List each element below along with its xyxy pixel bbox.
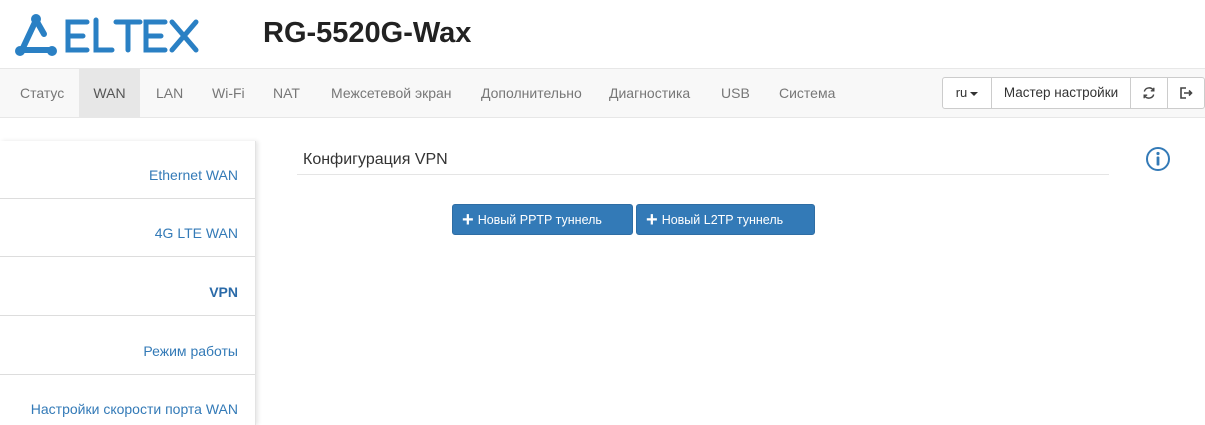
sidebar-item-mode[interactable]: Режим работы	[0, 317, 255, 375]
top-navbar: Статус WAN LAN Wi-Fi NAT Межсетевой экра…	[0, 68, 1205, 118]
nav-usb[interactable]: USB	[710, 69, 761, 117]
eltex-logo	[15, 14, 199, 56]
plus-icon: +	[646, 208, 658, 231]
refresh-icon	[1143, 87, 1155, 99]
language-dropdown[interactable]: ru	[942, 77, 992, 109]
nav-nat[interactable]: NAT	[262, 69, 311, 117]
title-divider	[297, 174, 1109, 175]
language-value: ru	[955, 85, 968, 100]
nav-wan[interactable]: WAN	[79, 69, 140, 117]
nav-firewall[interactable]: Межсетевой экран	[320, 69, 463, 117]
new-l2tp-label: Новый L2TP туннель	[661, 212, 784, 227]
device-model: RG-5520G-Wax	[263, 17, 472, 49]
logout-icon	[1180, 87, 1193, 99]
new-l2tp-tunnel-button[interactable]: + Новый L2TP туннель	[636, 204, 815, 235]
nav-wifi[interactable]: Wi-Fi	[201, 69, 256, 117]
sidebar-item-ethernet-wan[interactable]: Ethernet WAN	[0, 141, 255, 199]
info-icon[interactable]	[1145, 146, 1171, 172]
logout-button[interactable]	[1167, 77, 1205, 109]
plus-icon: +	[462, 208, 474, 231]
page-title: Конфигурация VPN	[303, 151, 448, 168]
new-pptp-label: Новый PPTP туннель	[477, 212, 602, 227]
nav-status[interactable]: Статус	[9, 69, 75, 117]
sidebar-item-wan-port-speed[interactable]: Настройки скорости порта WAN	[0, 375, 255, 425]
caret-down-icon	[970, 91, 979, 96]
navbar-actions: ru Мастер настройки	[942, 77, 1205, 109]
nav-system[interactable]: Система	[768, 69, 846, 117]
sidebar-item-vpn[interactable]: VPN	[0, 258, 255, 316]
nav-advanced[interactable]: Дополнительно	[470, 69, 593, 117]
header: RG-5520G-Wax	[0, 0, 1205, 68]
nav-lan[interactable]: LAN	[145, 69, 194, 117]
new-pptp-tunnel-button[interactable]: + Новый PPTP туннель	[452, 204, 633, 235]
sidebar: Ethernet WAN 4G LTE WAN VPN Режим работы…	[0, 141, 256, 425]
refresh-button[interactable]	[1130, 77, 1168, 109]
nav-diagnostics[interactable]: Диагностика	[598, 69, 701, 117]
setup-wizard-button[interactable]: Мастер настройки	[991, 77, 1131, 109]
sidebar-item-4g-lte-wan[interactable]: 4G LTE WAN	[0, 199, 255, 257]
